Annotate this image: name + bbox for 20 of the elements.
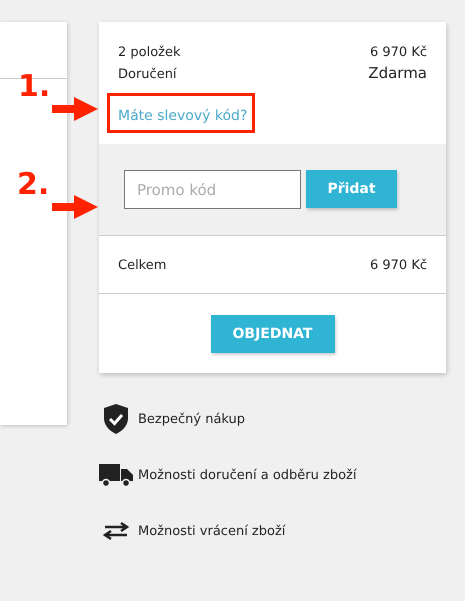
summary-value: Zdarma [368, 63, 427, 84]
total-label: Celkem [118, 258, 166, 273]
feature-label: Možnosti vrácení zboží [138, 524, 286, 538]
annotation-number: 1. [18, 72, 50, 102]
total-value: 6 970 Kč [370, 258, 427, 273]
summary-value: 6 970 Kč [370, 44, 427, 62]
shield-check-icon [103, 403, 129, 435]
feature-label: Možnosti doručení a odběru zboží [138, 468, 356, 482]
summary-label: 2 položek [118, 44, 181, 62]
promo-code-field[interactable]: Promo kód [124, 170, 301, 209]
feature-label: Bezpečný nákup [138, 412, 246, 426]
annotation-arrow [52, 195, 98, 219]
order-button[interactable]: OBJEDNAT [210, 315, 334, 353]
annotation-arrow [52, 97, 98, 121]
discount-code-link[interactable]: Máte slevový kód? [118, 106, 248, 126]
exchange-arrows-icon [101, 521, 131, 541]
add-button[interactable]: Přidat [306, 170, 397, 208]
summary-label: Doručení [118, 66, 177, 84]
truck-icon [99, 462, 133, 488]
annotation-number: 2. [17, 170, 50, 200]
